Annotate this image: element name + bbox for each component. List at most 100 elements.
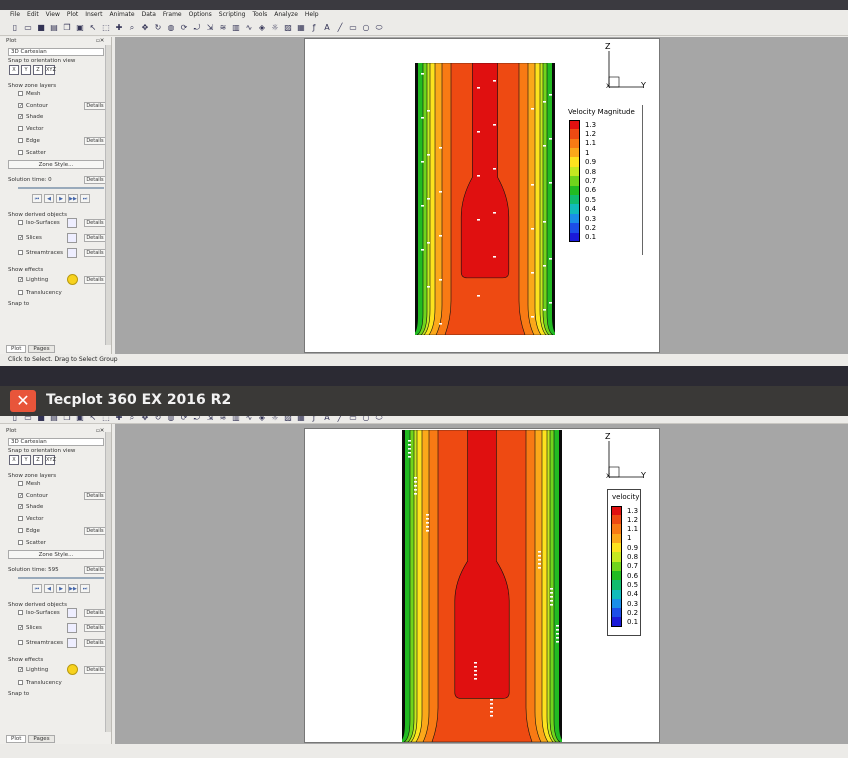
layer-shade[interactable]: ✓ Shade	[18, 114, 43, 120]
lighting-bulb-icon[interactable]	[67, 274, 78, 286]
lighting-icon[interactable]: ☼	[270, 23, 280, 33]
contour-legend[interactable]: Velocity Magnitude 1.3 1.2 1.1 1 0.9 0.8 0.7 0.…	[563, 105, 643, 255]
time-slider[interactable]	[18, 577, 104, 580]
sidebar-header-controls[interactable]: ▫✕	[96, 428, 104, 434]
menu-item-tools[interactable]: Tools	[252, 10, 267, 20]
derived-checkbox[interactable]: ✓	[18, 235, 23, 241]
new-icon[interactable]: ▯	[10, 416, 20, 423]
translate-icon[interactable]: ✥	[140, 23, 150, 33]
layer-mesh[interactable]: Mesh	[18, 91, 40, 97]
twist-icon[interactable]: ⤾	[192, 23, 202, 33]
derived-slices[interactable]: ✓ Slices	[18, 235, 42, 241]
layer-checkbox[interactable]: ✓	[18, 102, 23, 108]
step-forward-icon[interactable]: ▶▶	[68, 194, 78, 204]
derived-tool-icon[interactable]	[67, 248, 77, 259]
derived-tool-icon[interactable]	[67, 608, 77, 619]
first-step-icon[interactable]: ⏮	[32, 194, 42, 204]
plot-type-select[interactable]: 3D Cartesian	[8, 48, 104, 56]
derived-checkbox[interactable]	[18, 220, 23, 226]
contour-legend[interactable]: velocity 1.3 1.2 1.1 1 0.9 0.8 0.7 0.6 0.5 0.4 0.3…	[607, 489, 641, 636]
layer-checkbox[interactable]: ✓	[18, 504, 23, 510]
zoom-icon[interactable]: ⌕	[127, 416, 137, 423]
data-icon[interactable]: ▦	[296, 23, 306, 33]
rect-icon[interactable]: ▭	[348, 416, 358, 423]
save-icon[interactable]: ■	[36, 416, 46, 423]
menu-item-view[interactable]: View	[46, 10, 60, 20]
ellipse-icon[interactable]: ⬭	[374, 416, 384, 423]
layer-checkbox[interactable]	[18, 126, 23, 132]
rollerball-icon[interactable]: ◍	[166, 23, 176, 33]
rotate-icon[interactable]: ↻	[153, 23, 163, 33]
step-forward-icon[interactable]: ▶▶	[68, 584, 78, 594]
menu-item-help[interactable]: Help	[305, 10, 319, 20]
derived-details-button[interactable]: Details	[84, 234, 106, 243]
derived-tool-icon[interactable]	[67, 233, 77, 244]
step-back-icon[interactable]: ◀	[44, 194, 54, 204]
layer-contour[interactable]: ✓ Contour	[18, 102, 48, 109]
derived-iso-surfaces[interactable]: Iso-Surfaces	[18, 610, 60, 616]
contour-plot[interactable]	[402, 430, 562, 742]
rollerball-icon[interactable]: ◍	[166, 416, 176, 423]
effect-lighting[interactable]: ✓ Lighting	[18, 667, 48, 673]
select-icon[interactable]: ⬚	[101, 416, 111, 423]
orient-y-button[interactable]: Y	[21, 455, 31, 465]
derived-checkbox[interactable]	[18, 250, 23, 256]
pointer-icon[interactable]: ↖	[88, 416, 98, 423]
menu-item-data[interactable]: Data	[142, 10, 156, 20]
derived-tool-icon[interactable]	[67, 218, 77, 229]
print-icon[interactable]: ▤	[49, 416, 59, 423]
contour-plot[interactable]	[415, 63, 555, 335]
translate-icon[interactable]: ✥	[140, 416, 150, 423]
tab-pages[interactable]: Pages	[28, 735, 55, 743]
derived-details-button[interactable]: Details	[84, 249, 106, 258]
ellipse-icon[interactable]: ⬭	[374, 23, 384, 33]
layer-mesh[interactable]: Mesh	[18, 481, 40, 487]
spin-icon[interactable]: ⟳	[179, 416, 189, 423]
menu-item-options[interactable]: Options	[189, 10, 212, 20]
circle-icon[interactable]: ○	[361, 23, 371, 33]
layer-edge[interactable]: Edge	[18, 137, 40, 144]
derived-tool-icon[interactable]	[67, 623, 77, 634]
layer-checkbox[interactable]	[18, 481, 23, 486]
first-step-icon[interactable]: ⏮	[32, 584, 42, 594]
layer-vector[interactable]: Vector	[18, 516, 44, 522]
layer-details-button[interactable]: Details	[84, 101, 106, 110]
spin-icon[interactable]: ⟳	[179, 23, 189, 33]
open-icon[interactable]: ▭	[23, 416, 33, 423]
derived-streamtraces[interactable]: Streamtraces	[18, 640, 63, 646]
layer-checkbox[interactable]	[18, 149, 23, 155]
save-icon[interactable]: ■	[36, 23, 46, 33]
plot-frame[interactable]: Velocity Magnitude 1.3 1.2 1.1 1 0.9 0.8 0.7 0.…	[304, 38, 660, 353]
line-icon[interactable]: ╱	[335, 23, 345, 33]
orient-xyz-button[interactable]: XYZ	[45, 455, 56, 465]
data-icon[interactable]: ▦	[296, 416, 306, 423]
menu-item-edit[interactable]: Edit	[27, 10, 39, 20]
print-icon[interactable]: ▤	[49, 23, 59, 33]
derived-tool-icon[interactable]	[67, 638, 77, 649]
layer-checkbox[interactable]	[18, 516, 23, 522]
step-back-icon[interactable]: ◀	[44, 584, 54, 594]
select-icon[interactable]: ⬚	[101, 23, 111, 33]
derived-details-button[interactable]: Details	[84, 639, 106, 648]
layer-checkbox[interactable]	[18, 539, 23, 545]
layer-scatter[interactable]: Scatter	[18, 149, 46, 156]
menu-item-insert[interactable]: Insert	[85, 10, 102, 20]
derived-streamtraces[interactable]: Streamtraces	[18, 250, 63, 256]
layer-checkbox[interactable]	[18, 527, 23, 533]
push-icon[interactable]: ⇲	[205, 23, 215, 33]
play-icon[interactable]: ▶	[56, 584, 66, 594]
rotate-icon[interactable]: ↻	[153, 416, 163, 423]
time-slider[interactable]	[18, 187, 104, 190]
sidebar-header-controls[interactable]: ▫✕	[96, 38, 104, 44]
plot-type-select[interactable]: 3D Cartesian	[8, 438, 104, 446]
layer-contour[interactable]: ✓ Contour	[18, 492, 48, 499]
layer-vector[interactable]: Vector	[18, 126, 44, 132]
layer-details-button[interactable]: Details	[84, 136, 106, 145]
sidebar-scrollbar[interactable]	[105, 432, 111, 732]
lighting-bulb-icon[interactable]	[67, 664, 78, 676]
image-icon[interactable]: ▨	[283, 23, 293, 33]
layer-checkbox[interactable]	[18, 137, 23, 143]
derived-checkbox[interactable]: ✓	[18, 625, 23, 631]
menu-item-analyze[interactable]: Analyze	[274, 10, 298, 20]
solution-time-details-button[interactable]: Details	[84, 176, 106, 185]
